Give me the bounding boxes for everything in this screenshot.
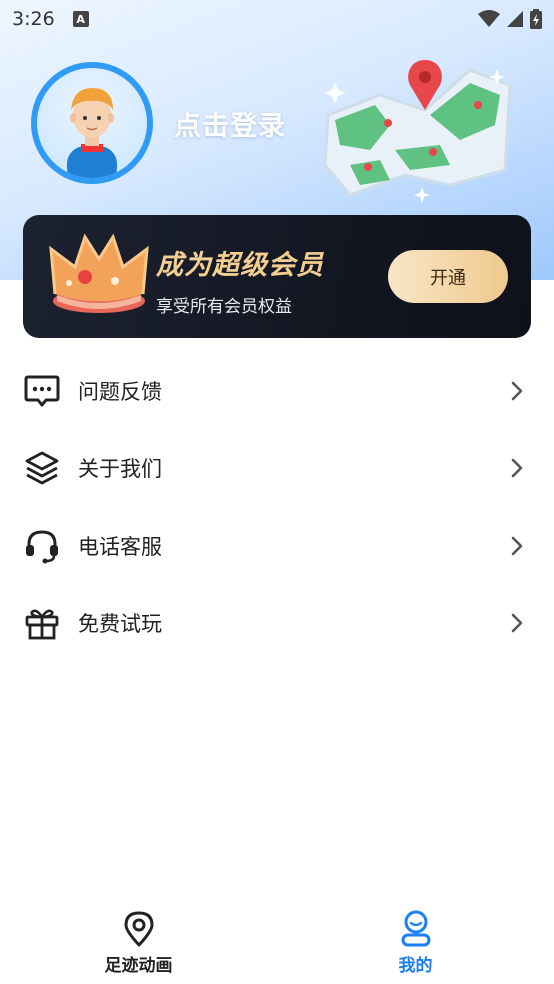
layers-icon (23, 449, 61, 487)
battery-icon (530, 9, 542, 29)
map-pin-icon (121, 909, 157, 949)
menu-label: 电话客服 (78, 534, 162, 559)
chevron-right-icon (511, 458, 523, 478)
user-icon (398, 909, 434, 949)
avatar[interactable] (31, 62, 153, 184)
login-link[interactable]: 点击登录 (174, 104, 286, 143)
tab-label: 我的 (398, 955, 433, 976)
status-bar: 3:26 A (0, 0, 554, 38)
vip-open-button[interactable]: 开通 (388, 250, 508, 303)
crown-icon (49, 233, 149, 313)
signal-icon (507, 11, 523, 27)
chevron-right-icon (511, 381, 523, 401)
tab-label: 足迹动画 (104, 955, 173, 976)
message-dots-icon (23, 372, 61, 410)
bottom-navigation: 足迹动画 我的 (0, 894, 554, 984)
chevron-right-icon (511, 536, 523, 556)
menu-label: 问题反馈 (78, 379, 162, 404)
settings-menu: 问题反馈 关于我们 电话客服 免费试玩 (0, 352, 554, 662)
status-time: 3:26 (12, 8, 55, 30)
menu-item-feedback[interactable]: 问题反馈 (0, 352, 554, 430)
headset-icon (23, 527, 61, 565)
menu-label: 关于我们 (78, 457, 162, 482)
vip-subtitle: 享受所有会员权益 (156, 297, 292, 317)
menu-item-about[interactable]: 关于我们 (0, 430, 554, 508)
menu-item-free-trial[interactable]: 免费试玩 (0, 585, 554, 663)
chevron-right-icon (511, 613, 523, 633)
menu-label: 免费试玩 (78, 612, 162, 637)
vip-title: 成为超级会员 (156, 250, 324, 281)
wifi-icon (478, 10, 500, 27)
vip-card[interactable]: 成为超级会员 享受所有会员权益 开通 (23, 215, 531, 338)
map-illustration (323, 60, 512, 203)
tab-mine[interactable]: 我的 (277, 894, 554, 984)
status-notification-icon: A (72, 11, 89, 27)
tab-footprint-animation[interactable]: 足迹动画 (0, 894, 277, 984)
gift-icon (23, 604, 61, 642)
menu-item-phone-support[interactable]: 电话客服 (0, 507, 554, 585)
user-avatar-image (67, 88, 117, 178)
